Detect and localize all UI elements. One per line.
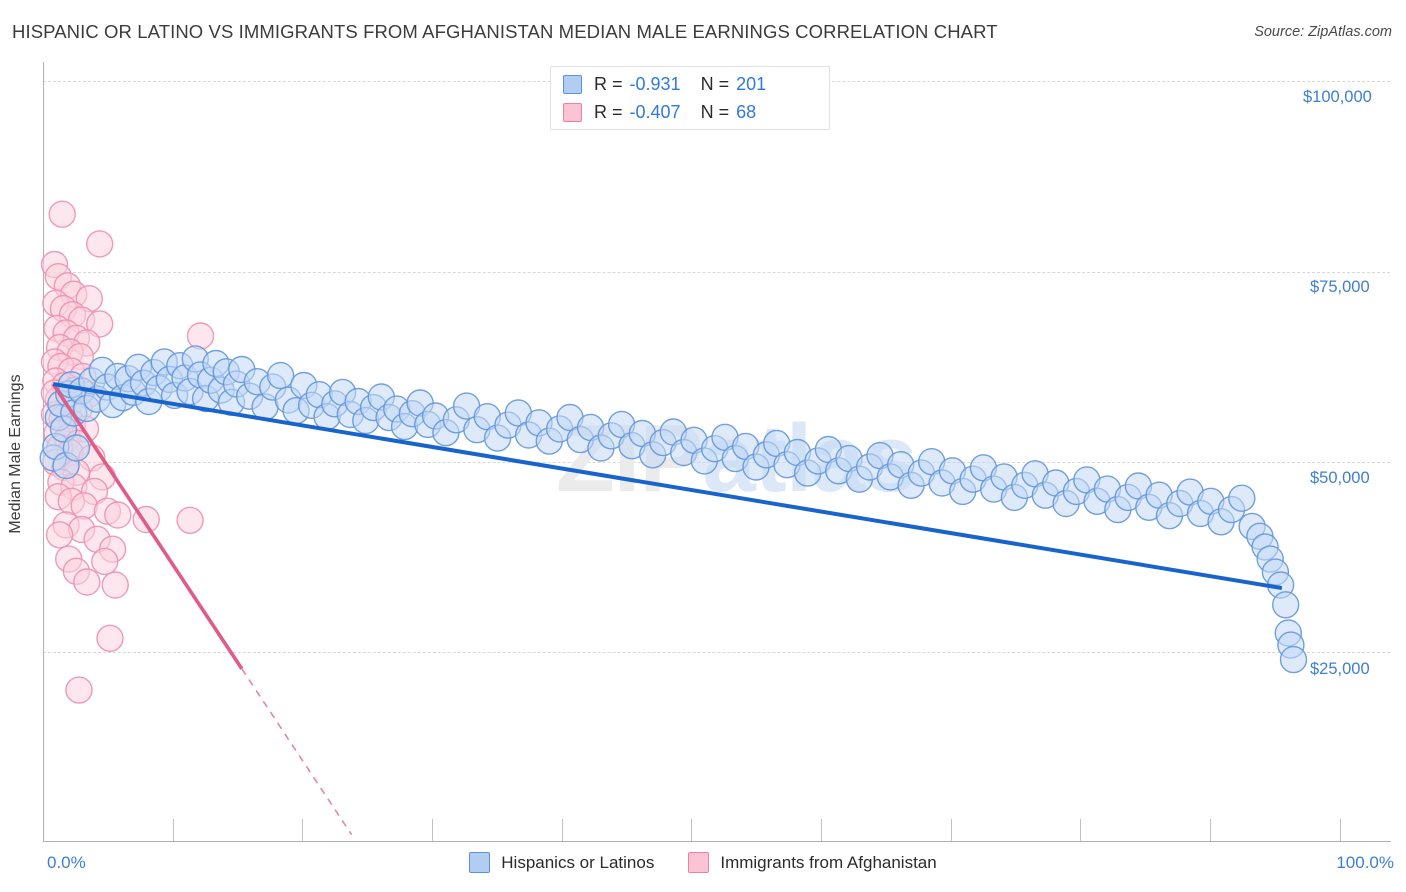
stats-row-hispanics: R = -0.931 N = 201 (563, 70, 817, 98)
x-axis-min-label: 0.0% (47, 853, 86, 872)
n-label: N = (700, 73, 730, 94)
x-axis-max-label: 100.0% (1336, 853, 1394, 872)
correlation-stats-legend: R = -0.931 N = 201 R = -0.407 N = 68 (550, 66, 830, 130)
y-tick-label-50000: $50,000 (1310, 469, 1370, 487)
stats-row-afghanistan: R = -0.407 N = 68 (563, 98, 817, 126)
legend-swatch-pink (563, 102, 582, 122)
r-value: -0.931 (629, 73, 681, 94)
n-value: 201 (736, 73, 767, 94)
series-points-hispanics-or-latinos (39, 345, 1308, 674)
chart-root: HISPANIC OR LATINO VS IMMIGRANTS FROM AF… (0, 0, 1406, 892)
n-label: N = (700, 101, 730, 122)
n-value: 68 (736, 101, 757, 122)
y-tick-label-75000: $75,000 (1310, 278, 1370, 296)
y-tick-label-100000: $100,000 (1303, 88, 1372, 106)
y-tick-label-25000: $25,000 (1310, 660, 1370, 678)
r-label: R = (594, 101, 623, 122)
trendline-afghanistan-extension (241, 668, 353, 836)
r-label: R = (594, 73, 623, 94)
r-value: -0.407 (629, 101, 681, 122)
scatter-plot-canvas (39, 200, 1308, 836)
legend-swatch-blue (563, 74, 582, 94)
